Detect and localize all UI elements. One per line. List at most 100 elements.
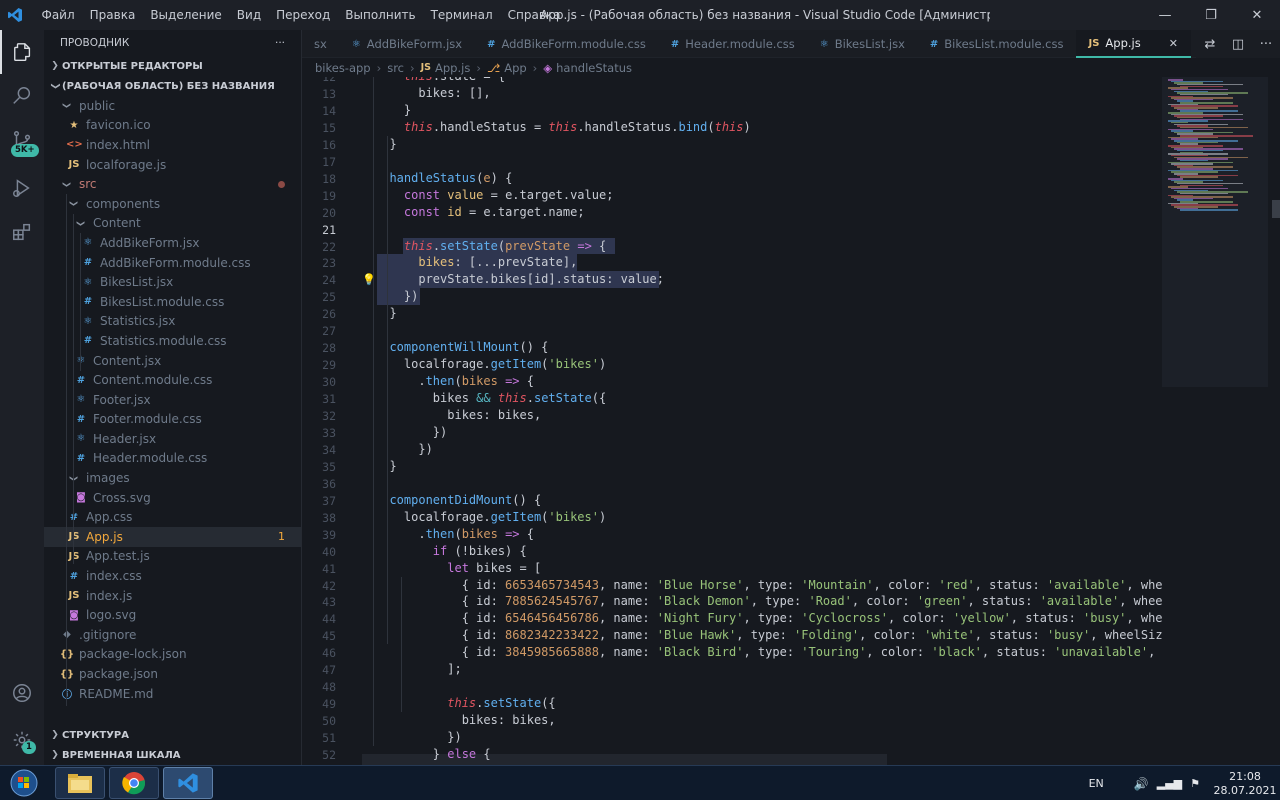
network-icon[interactable]: ▂▄▆ <box>1157 777 1182 790</box>
timeline-section[interactable]: ❯ ВРЕМЕННАЯ ШКАЛА <box>44 745 301 765</box>
folder-item[interactable]: ❯ components <box>44 194 301 214</box>
menu-item[interactable]: Выделение <box>143 0 229 30</box>
menu-item[interactable]: Правка <box>82 0 143 30</box>
menu-item[interactable]: Файл <box>34 0 82 30</box>
file-item[interactable]: # Content.module.css <box>44 370 301 390</box>
file-item[interactable]: JS localforage.js <box>44 155 301 175</box>
react-file-icon: ⚛ <box>819 38 829 50</box>
tab-close-icon[interactable]: ✕ <box>1169 37 1178 50</box>
settings-gear-icon[interactable]: 1 <box>0 718 44 762</box>
action-center-flag-icon[interactable]: ⚑ <box>1190 777 1200 790</box>
vscode-taskbar-icon[interactable] <box>163 767 213 799</box>
file-item[interactable]: ⓘ README.md <box>44 684 301 704</box>
code-token: , name: <box>598 611 657 626</box>
file-item[interactable]: # Header.module.css <box>44 449 301 469</box>
file-item[interactable]: ◆ .gitignore <box>44 625 301 645</box>
extensions-icon[interactable] <box>0 210 44 254</box>
file-item[interactable]: ⚛ Header.jsx <box>44 429 301 449</box>
breadcrumb-item[interactable]: bikes-app <box>315 61 371 75</box>
code-line: { id: 8682342233422, name: 'Blue Hawk', … <box>375 628 1162 642</box>
tab-addbikeform-jsx[interactable]: ⚛ AddBikeForm.jsx <box>340 30 475 58</box>
language-indicator[interactable]: EN <box>1089 777 1104 790</box>
file-item[interactable]: # Statistics.module.css <box>44 331 301 351</box>
close-button[interactable]: ✕ <box>1234 0 1280 30</box>
file-item[interactable]: # BikesList.module.css <box>44 292 301 312</box>
code-token: localforage. <box>375 357 491 372</box>
file-item[interactable]: ⚛ Content.jsx <box>44 351 301 371</box>
breadcrumb-item[interactable]: handleStatus <box>556 61 632 75</box>
file-item[interactable]: ⚛ Footer.jsx <box>44 390 301 410</box>
file-item[interactable]: ◙ Cross.svg <box>44 488 301 508</box>
file-item[interactable]: # AddBikeForm.module.css <box>44 253 301 273</box>
folder-item[interactable]: ❯ public <box>44 96 301 116</box>
indent-guide <box>73 213 74 564</box>
file-item[interactable]: ◙ logo.svg <box>44 605 301 625</box>
breadcrumb-item[interactable]: src <box>387 61 404 75</box>
file-item[interactable]: ⚛ Statistics.jsx <box>44 312 301 332</box>
folder-item[interactable]: ❯ src <box>44 174 301 194</box>
code-token: handleStatus <box>389 170 477 185</box>
folder-item[interactable]: ❯ Content <box>44 214 301 234</box>
file-item[interactable]: {} package.json <box>44 664 301 684</box>
file-item[interactable]: # App.css <box>44 507 301 527</box>
tab-app-js[interactable]: JS App.js ✕ <box>1076 30 1191 58</box>
code-line: { id: 6653465734543, name: 'Blue Horse',… <box>375 578 1162 592</box>
line-number: 33 <box>322 425 336 440</box>
file-item[interactable]: ★ favicon.ico <box>44 116 301 136</box>
tab-header-module-css[interactable]: # Header.module.css <box>659 30 808 58</box>
code-line: componentWillMount() { <box>375 340 548 354</box>
file-item[interactable]: JS App.test.js <box>44 547 301 567</box>
file-item[interactable]: {} package-lock.json <box>44 645 301 665</box>
scrollbar-thumb[interactable] <box>1272 200 1280 218</box>
tab-sx[interactable]: sx <box>302 30 340 58</box>
chrome-taskbar-icon[interactable] <box>109 767 159 799</box>
file-label: App.css <box>86 510 133 525</box>
code-editor[interactable]: 12 this.state = {13 bikes: [],14 }15 thi… <box>302 77 1162 765</box>
menu-item[interactable]: Терминал <box>423 0 500 30</box>
file-item[interactable]: # Footer.module.css <box>44 410 301 430</box>
tab-bikeslist-jsx[interactable]: ⚛ BikesList.jsx <box>808 30 918 58</box>
outline-section[interactable]: ❯ СТРУКТУРА <box>44 725 301 745</box>
tab-bikeslist-module-css[interactable]: # BikesList.module.css <box>918 30 1077 58</box>
compare-changes-icon[interactable]: ⇄ <box>1196 37 1224 52</box>
code-token: ) { <box>490 170 513 185</box>
code-token: , wheelSize: <box>1090 628 1162 643</box>
breadcrumb-item[interactable]: App.js <box>435 61 470 75</box>
open-editors-section[interactable]: ❯ ОТКРЫТЫЕ РЕДАКТОРЫ <box>44 56 301 76</box>
line-number: 42 <box>322 578 336 593</box>
minimap[interactable] <box>1162 77 1280 765</box>
file-item[interactable]: # index.css <box>44 566 301 586</box>
file-item[interactable]: JS index.js <box>44 586 301 606</box>
minimize-button[interactable]: — <box>1142 0 1188 30</box>
indent-guide <box>401 576 402 713</box>
volume-icon[interactable]: 🔊 <box>1134 777 1149 791</box>
run-debug-icon[interactable] <box>0 166 44 210</box>
start-button[interactable] <box>4 768 44 798</box>
indent-guide <box>66 194 67 706</box>
file-item[interactable]: ⚛ BikesList.jsx <box>44 272 301 292</box>
file-explorer-taskbar-icon[interactable] <box>55 767 105 799</box>
split-editor-icon[interactable]: ◫ <box>1224 37 1252 52</box>
clock[interactable]: 21:08 28.07.2021 <box>1210 770 1280 798</box>
workspace-section[interactable]: ❯ (РАБОЧАЯ ОБЛАСТЬ) БЕЗ НАЗВАНИЯ <box>44 76 301 96</box>
code-line: }) <box>375 442 432 456</box>
menu-item[interactable]: Выполнить <box>338 0 423 30</box>
search-icon[interactable] <box>0 74 44 118</box>
line-number: 43 <box>322 595 336 610</box>
menu-item[interactable]: Переход <box>269 0 338 30</box>
menu-item[interactable]: Вид <box>229 0 268 30</box>
file-item[interactable]: JS App.js 1 <box>44 527 301 547</box>
breadcrumb-item[interactable]: App <box>504 61 526 75</box>
restore-button[interactable]: ❐ <box>1188 0 1234 30</box>
file-item[interactable]: <> index.html <box>44 135 301 155</box>
tab-addbikeform-module-css[interactable]: # AddBikeForm.module.css <box>475 30 659 58</box>
activity-bar: 5K+ 1 <box>0 30 44 765</box>
file-item[interactable]: ⚛ AddBikeForm.jsx <box>44 233 301 253</box>
more-actions-icon[interactable]: ··· <box>1252 37 1280 52</box>
explorer-icon[interactable] <box>0 30 44 74</box>
accounts-icon[interactable] <box>0 671 44 715</box>
source-control-icon[interactable]: 5K+ <box>0 118 44 162</box>
folder-item[interactable]: ❯ images <box>44 468 301 488</box>
more-actions-icon[interactable]: ··· <box>275 37 285 49</box>
